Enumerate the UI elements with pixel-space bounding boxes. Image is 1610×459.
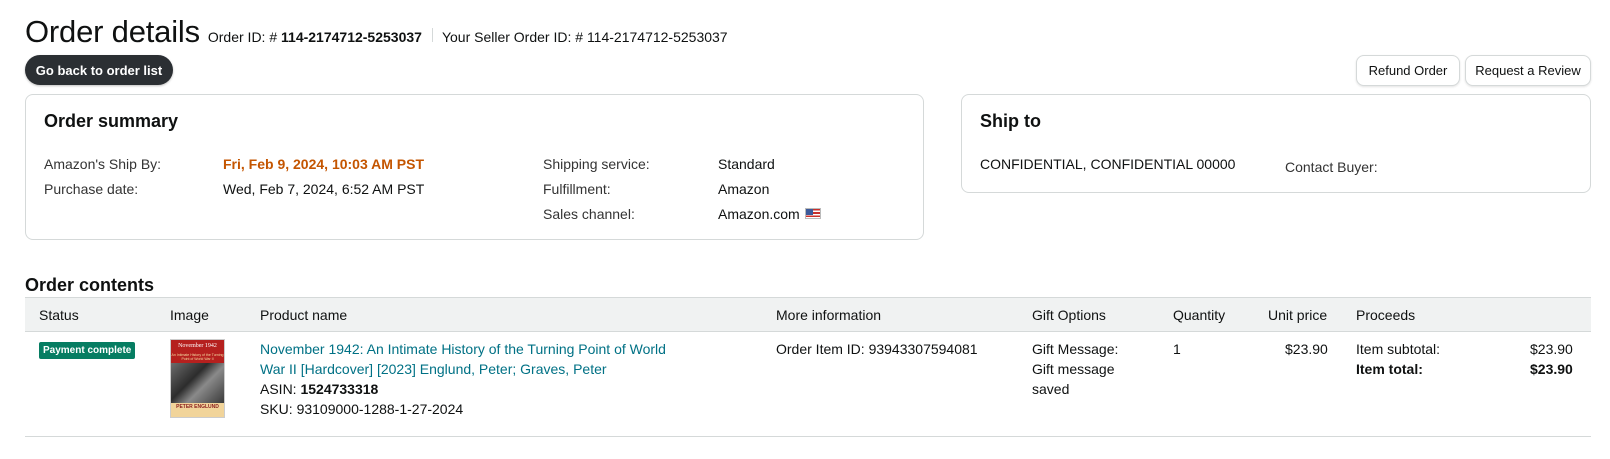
column-header-status: Status: [39, 307, 79, 323]
sales-channel-value: Amazon.com: [718, 206, 800, 222]
ship-by-label: Amazon's Ship By:: [44, 156, 162, 172]
table-header: Status Image Product name More informati…: [25, 297, 1591, 332]
request-review-button[interactable]: Request a Review: [1465, 55, 1591, 86]
book-cover-author: PETER ENGLUND: [171, 403, 224, 417]
header-divider: [431, 28, 433, 42]
book-cover-title: November 1942: [171, 340, 224, 353]
column-header-more-information: More information: [776, 307, 882, 323]
seller-order-id-label: Your Seller Order ID: #: [441, 29, 584, 45]
purchase-date-label: Purchase date:: [44, 181, 139, 197]
sales-channel-label: Sales channel:: [543, 206, 635, 222]
seller-order-id: Your Seller Order ID: # 114-2174712-5253…: [442, 29, 728, 45]
ship-to-address: CONFIDENTIAL, CONFIDENTIAL 00000: [980, 156, 1236, 172]
quantity: 1: [1173, 341, 1181, 357]
item-subtotal-value: $23.90: [1530, 341, 1573, 357]
book-cover-subtitle: An Intimate History of the Turning Point…: [171, 353, 224, 363]
asin-label: ASIN:: [260, 381, 297, 397]
product-name-line2: War II [Hardcover] [2023] Englund, Peter…: [260, 361, 607, 377]
product-name-line1: November 1942: An Intimate History of th…: [260, 341, 666, 357]
gift-options: Gift Message: Gift message saved: [1032, 339, 1118, 399]
seller-order-id-value: 114-2174712-5253037: [586, 29, 728, 45]
column-header-proceeds: Proceeds: [1356, 307, 1416, 323]
book-cover-photo: [171, 363, 224, 403]
refund-order-button[interactable]: Refund Order: [1356, 55, 1460, 86]
fulfillment-value: Amazon: [718, 181, 770, 197]
contact-buyer-label: Contact Buyer:: [1285, 159, 1378, 175]
order-contents-title: Order contents: [25, 275, 155, 295]
sku: SKU: 93109000-1288-1-27-2024: [260, 399, 463, 419]
ship-to-card: Ship to CONFIDENTIAL, CONFIDENTIAL 00000…: [961, 94, 1591, 193]
order-details-page: Order details Order ID: # 114-2174712-52…: [0, 0, 1610, 459]
purchase-date-value: Wed, Feb 7, 2024, 6:52 AM PST: [223, 181, 425, 197]
column-header-product-name: Product name: [260, 307, 348, 323]
status-badge: Payment complete: [39, 342, 136, 359]
column-header-quantity: Quantity: [1173, 307, 1226, 323]
asin: ASIN: 1524733318: [260, 379, 378, 399]
sku-label: SKU:: [260, 401, 293, 417]
item-subtotal-label: Item subtotal:: [1356, 341, 1441, 357]
gift-message-label: Gift Message:: [1032, 341, 1119, 357]
product-image[interactable]: November 1942 An Intimate History of the…: [170, 339, 225, 418]
column-header-gift-options: Gift Options: [1032, 307, 1106, 323]
page-title: Order details: [25, 14, 200, 49]
product-name-link[interactable]: November 1942: An Intimate History of th…: [260, 339, 666, 379]
order-item-id: Order Item ID: 93943307594081: [776, 341, 978, 357]
fulfillment-label: Fulfillment:: [543, 181, 611, 197]
asin-value: 1524733318: [300, 381, 379, 397]
order-id-label: Order ID: #: [207, 29, 278, 45]
item-total-label: Item total:: [1356, 361, 1423, 377]
order-id-value: 114-2174712-5253037: [281, 29, 422, 45]
page-header: Order details Order ID: # 114-2174712-52…: [25, 14, 728, 50]
shipping-service-value: Standard: [718, 156, 775, 172]
table-row-divider: [25, 436, 1591, 437]
us-flag-icon: [804, 208, 821, 219]
item-total-value: $23.90: [1530, 361, 1573, 377]
back-to-order-list-button[interactable]: Go back to order list: [25, 55, 173, 85]
sales-channel: Amazon.com: [718, 206, 821, 222]
column-header-unit-price: Unit price: [1268, 307, 1328, 323]
gift-message-status-line2: saved: [1032, 381, 1070, 397]
order-summary-title: Order summary: [44, 111, 179, 131]
order-summary-card: Order summary Amazon's Ship By: Fri, Feb…: [25, 94, 924, 240]
ship-by-value: Fri, Feb 9, 2024, 10:03 AM PST: [223, 156, 425, 172]
unit-price: $23.90: [1285, 341, 1328, 357]
gift-message-status-line1: Gift message: [1032, 361, 1115, 377]
sku-value: 93109000-1288-1-27-2024: [296, 401, 464, 417]
shipping-service-label: Shipping service:: [543, 156, 650, 172]
ship-to-title: Ship to: [980, 111, 1041, 131]
column-header-image: Image: [170, 307, 209, 323]
order-id: Order ID: # 114-2174712-5253037: [208, 29, 422, 45]
